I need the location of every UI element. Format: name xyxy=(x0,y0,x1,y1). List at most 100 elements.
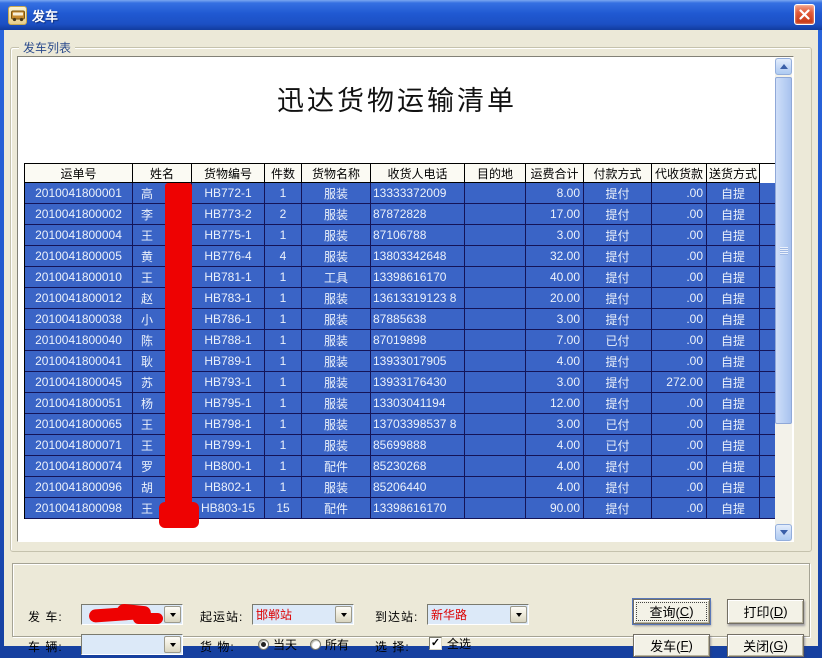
table-cell: .00 xyxy=(652,288,707,309)
table-cell xyxy=(465,267,526,288)
table-cell: 提付 xyxy=(584,204,652,225)
column-header: 收货人电话 xyxy=(371,164,465,183)
table-cell: 服装 xyxy=(302,183,371,204)
table-cell: 提付 xyxy=(584,225,652,246)
table-row[interactable]: 2010041800041耿HB789-11服装139330179054.00提… xyxy=(25,351,777,372)
radio-today[interactable]: 当天 xyxy=(258,636,297,653)
vehicle-combo[interactable] xyxy=(81,634,183,655)
table-cell xyxy=(465,372,526,393)
radio-all[interactable]: 所有 xyxy=(310,636,349,653)
table-cell: .00 xyxy=(652,393,707,414)
shipments-grid: 运单号姓名货物编号件数货物名称收货人电话目的地运费合计付款方式代收货款送货方式 … xyxy=(24,163,777,519)
table-cell: 自提 xyxy=(707,204,760,225)
column-header: 姓名 xyxy=(133,164,192,183)
table-row[interactable]: 2010041800071王HB799-11服装856998884.00已付.0… xyxy=(25,435,777,456)
table-row[interactable]: 2010041800074罗HB800-11配件852302684.00提付.0… xyxy=(25,456,777,477)
chevron-down-icon xyxy=(780,530,788,535)
table-row[interactable]: 2010041800012赵HB783-11服装13613319123 820.… xyxy=(25,288,777,309)
table-cell: 服装 xyxy=(302,309,371,330)
window-title: 发车 xyxy=(32,6,58,25)
table-cell xyxy=(465,288,526,309)
scroll-down-button[interactable] xyxy=(775,524,792,541)
arrival-label: 到达站: xyxy=(375,608,418,625)
table-cell: 提付 xyxy=(584,393,652,414)
table-row[interactable]: 2010041800065王HB798-11服装13703398537 83.0… xyxy=(25,414,777,435)
table-cell: 2010041800001 xyxy=(25,183,133,204)
table-cell: 87019898 xyxy=(371,330,465,351)
table-cell: 1 xyxy=(265,225,302,246)
table-row[interactable]: 2010041800040陈HB788-11服装870198987.00已付.0… xyxy=(25,330,777,351)
table-cell xyxy=(465,330,526,351)
table-cell: 自提 xyxy=(707,456,760,477)
table-cell: 提付 xyxy=(584,309,652,330)
table-row[interactable]: 2010041800038小HB786-11服装878856383.00提付.0… xyxy=(25,309,777,330)
table-cell: 自提 xyxy=(707,288,760,309)
dropdown-arrow-icon[interactable] xyxy=(510,606,527,623)
table-cell: 2010041800074 xyxy=(25,456,133,477)
table-cell: 2010041800065 xyxy=(25,414,133,435)
table-cell: 4.00 xyxy=(526,456,584,477)
select-all-checkbox[interactable]: ✓ 全选 xyxy=(429,635,471,652)
table-cell: 1 xyxy=(265,372,302,393)
table-cell: .00 xyxy=(652,267,707,288)
print-button[interactable]: 打印(D) xyxy=(727,599,804,624)
table-cell: 配件 xyxy=(302,456,371,477)
scrollbar-thumb[interactable] xyxy=(775,77,792,424)
column-header: 件数 xyxy=(265,164,302,183)
dropdown-arrow-icon[interactable] xyxy=(335,606,352,623)
table-row[interactable]: 2010041800051杨HB795-11服装1330304119412.00… xyxy=(25,393,777,414)
table-cell: 13613319123 8 xyxy=(371,288,465,309)
table-row[interactable]: 2010041800098王HB803-1515配件1339861617090.… xyxy=(25,498,777,519)
close-window-button[interactable]: 关闭(G) xyxy=(727,634,804,657)
app-window: 发车 发车列表 迅达货物运输清单 运单号姓名货物编号件数货物名称收货人电话目的地… xyxy=(0,0,822,658)
radio-circle-icon xyxy=(258,639,269,650)
vehicle-label: 车 辆: xyxy=(28,638,63,655)
table-cell: 1 xyxy=(265,267,302,288)
depart-button[interactable]: 发车(F) xyxy=(633,634,710,657)
close-button[interactable] xyxy=(794,4,815,25)
vertical-scrollbar[interactable] xyxy=(775,58,792,541)
window-content: 发车列表 迅达货物运输清单 运单号姓名货物编号件数货物名称收货人电话目的地运费合… xyxy=(4,30,818,646)
table-cell xyxy=(465,351,526,372)
table-cell: 工具 xyxy=(302,267,371,288)
table-row[interactable]: 2010041800002李HB773-22服装8787282817.00提付.… xyxy=(25,204,777,225)
table-cell: HB773-2 xyxy=(192,204,265,225)
table-cell: 13398616170 xyxy=(371,498,465,519)
table-row[interactable]: 2010041800001高HB772-11服装133333720098.00提… xyxy=(25,183,777,204)
query-button[interactable]: 查询(C) xyxy=(633,599,710,624)
table-cell: 配件 xyxy=(302,498,371,519)
table-row[interactable]: 2010041800045苏HB793-11服装139331764303.00提… xyxy=(25,372,777,393)
table-row[interactable]: 2010041800096胡HB802-11服装852064404.00提付.0… xyxy=(25,477,777,498)
table-row[interactable]: 2010041800005黄HB776-44服装1380334264832.00… xyxy=(25,246,777,267)
column-header: 运费合计 xyxy=(526,164,584,183)
table-cell: 2010041800098 xyxy=(25,498,133,519)
table-cell: 服装 xyxy=(302,225,371,246)
table-cell: 85206440 xyxy=(371,477,465,498)
table-cell: 4.00 xyxy=(526,477,584,498)
table-row[interactable]: 2010041800004王HB775-11服装871067883.00提付.0… xyxy=(25,225,777,246)
table-cell: 提付 xyxy=(584,267,652,288)
table-cell: 13933017905 xyxy=(371,351,465,372)
table-cell: 17.00 xyxy=(526,204,584,225)
dropdown-arrow-icon[interactable] xyxy=(164,636,181,653)
table-cell: 服装 xyxy=(302,372,371,393)
arrival-station-combo[interactable]: 新华路 xyxy=(427,604,529,625)
table-cell: 2010041800041 xyxy=(25,351,133,372)
table-cell: 13398616170 xyxy=(371,267,465,288)
table-cell: 2010041800096 xyxy=(25,477,133,498)
table-cell: 87106788 xyxy=(371,225,465,246)
table-row[interactable]: 2010041800010王HB781-11工具1339861617040.00… xyxy=(25,267,777,288)
table-cell: 2010041800005 xyxy=(25,246,133,267)
radio-circle-icon xyxy=(310,639,321,650)
table-cell xyxy=(465,498,526,519)
column-header: 货物名称 xyxy=(302,164,371,183)
table-cell: 已付 xyxy=(584,414,652,435)
origin-station-combo[interactable]: 邯郸站 xyxy=(252,604,354,625)
column-header: 运单号 xyxy=(25,164,133,183)
table-cell: 服装 xyxy=(302,477,371,498)
table-cell xyxy=(465,456,526,477)
title-bar[interactable]: 发车 xyxy=(0,0,822,30)
table-cell: 13933176430 xyxy=(371,372,465,393)
table-cell xyxy=(465,225,526,246)
scroll-up-button[interactable] xyxy=(775,58,792,75)
